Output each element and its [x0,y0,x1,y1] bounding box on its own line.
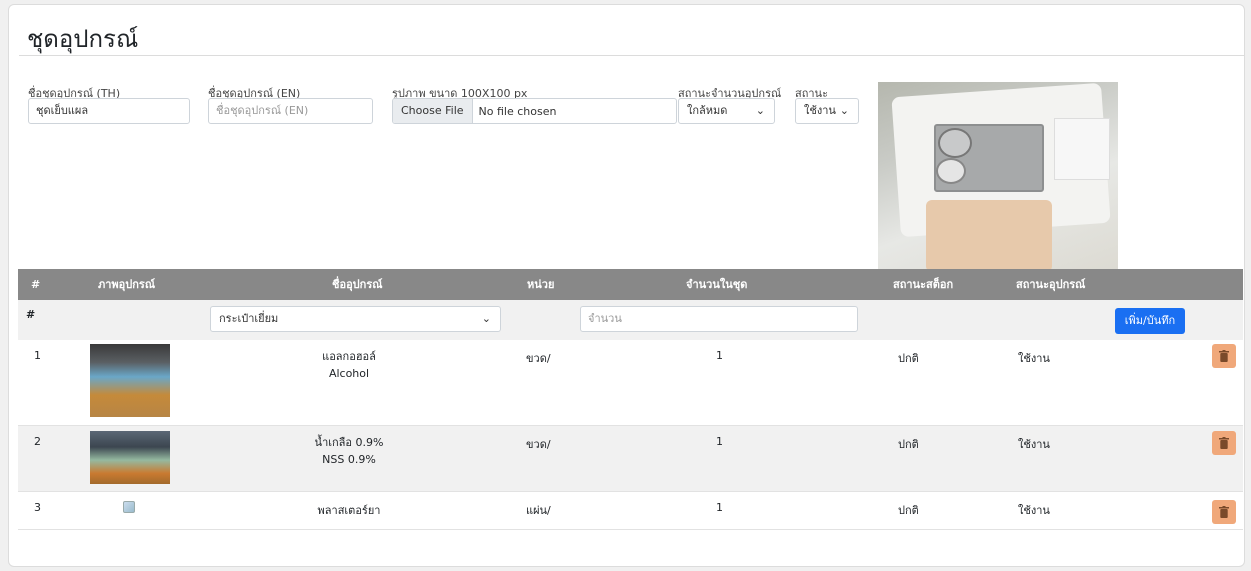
page-title: ชุดอุปกรณ์ [27,25,139,53]
row-name-th: พลาสเตอร์ยา [317,504,381,517]
qty-status-select[interactable]: ใกล้หมด ⌄ [678,98,775,124]
add-row-hash: # [26,308,36,321]
table-row [18,492,1243,530]
image-file-input[interactable]: Choose File No file chosen [392,98,677,124]
row-name: พลาสเตอร์ยา [279,501,419,519]
row-number: 1 [34,349,41,362]
col-hash: # [31,278,41,291]
row-stock-status: ปกติ [898,504,919,517]
equipment-set-photo [878,82,1118,272]
row-equipment-status: ใช้งาน [1018,438,1050,451]
choose-file-button[interactable]: Choose File [393,99,473,123]
chevron-down-icon: ⌄ [839,104,849,117]
name-th-input[interactable]: ชุดเย็บแผล [28,98,190,124]
row-equipment-status: ใช้งาน [1018,504,1050,517]
status-select[interactable]: ใช้งาน ⌄ [795,98,859,124]
equipment-thumbnail [90,344,170,417]
row-number: 2 [34,435,41,448]
equipment-select[interactable]: กระเป๋าเยี่ยม ⌄ [210,306,501,332]
col-qty: จำนวนในชุด [686,278,748,291]
trash-icon [1219,350,1229,362]
col-status: สถานะอุปกรณ์ [1016,278,1086,291]
row-name-th: แอลกอฮอล์ [322,350,376,363]
row-unit: ขวด/ [526,352,551,365]
qty-status-value: ใกล้หมด [687,104,728,117]
row-qty: 1 [716,435,723,448]
row-equipment-status: ใช้งาน [1018,352,1050,365]
chevron-down-icon: ⌄ [481,312,491,325]
qty-input[interactable]: จำนวน [580,306,858,332]
col-unit: หน่วย [527,278,555,291]
table-header: # ภาพอุปกรณ์ ชื่ออุปกรณ์ หน่วย จำนวนในชุ… [18,269,1243,300]
status-value: ใช้งาน [804,104,836,117]
trash-icon [1219,437,1229,449]
row-name-en: Alcohol [328,367,370,380]
chevron-down-icon: ⌄ [755,104,765,117]
add-save-button[interactable]: เพิ่ม/บันทึก [1115,308,1185,334]
delete-button[interactable] [1212,431,1236,455]
equipment-select-value: กระเป๋าเยี่ยม [219,312,279,325]
name-en-input[interactable]: ชื่อชุดอุปกรณ์ (EN) [208,98,373,124]
row-number: 3 [34,501,41,514]
equipment-thumbnail [90,431,170,484]
row-unit: แผ่น/ [526,504,551,517]
trash-icon [1219,506,1229,518]
row-qty: 1 [716,349,723,362]
col-image: ภาพอุปกรณ์ [98,278,156,291]
row-stock-status: ปกติ [898,352,919,365]
row-name: แอลกอฮอล์ Alcohol [279,347,419,380]
equipment-set-card: ชุดอุปกรณ์ ชื่อชุดอุปกรณ์ (TH) ชุดเย็บแผ… [8,4,1245,567]
delete-button[interactable] [1212,500,1236,524]
row-stock-status: ปกติ [898,438,919,451]
row-unit: ขวด/ [526,438,551,451]
col-name: ชื่ออุปกรณ์ [332,278,383,291]
row-name-th: น้ำเกลือ 0.9% [314,436,384,449]
row-qty: 1 [716,501,723,514]
table-row [18,426,1243,492]
delete-button[interactable] [1212,344,1236,368]
file-status-text: No file chosen [478,104,557,118]
col-stock: สถานะสต็อก [893,278,954,291]
row-name: น้ำเกลือ 0.9% NSS 0.9% [279,433,419,466]
title-divider [19,55,1244,56]
table-row [18,340,1243,426]
broken-image-icon [123,501,135,513]
row-name-en: NSS 0.9% [322,453,376,466]
